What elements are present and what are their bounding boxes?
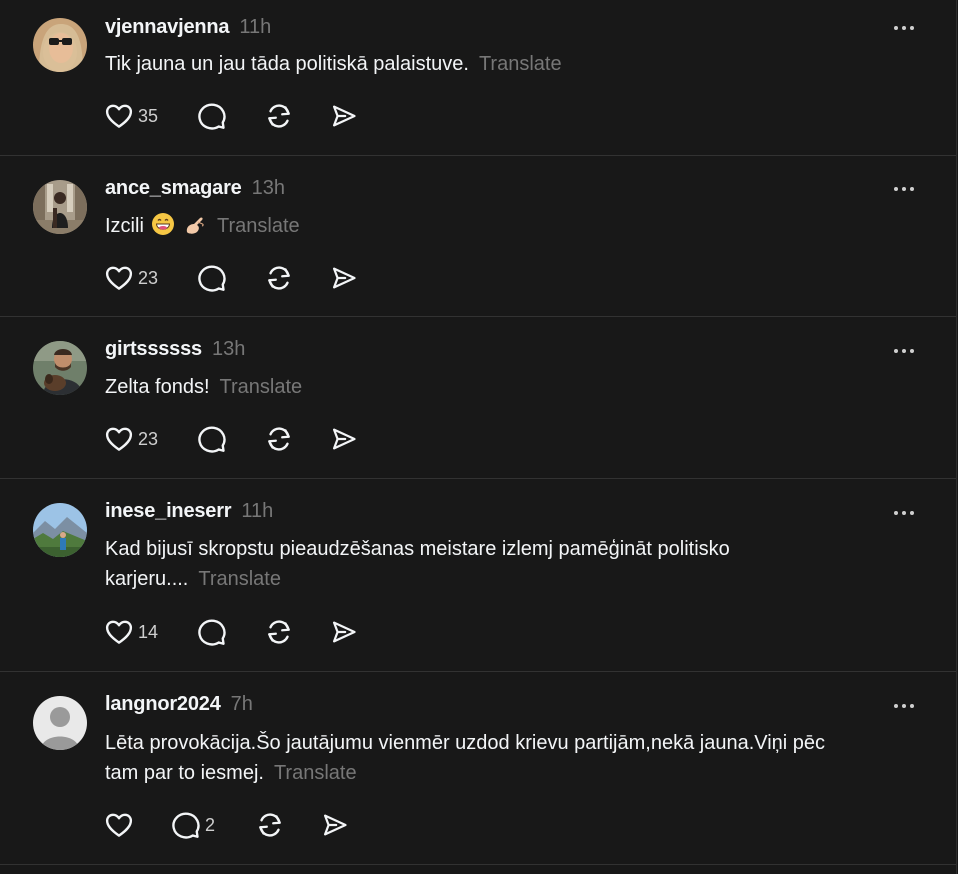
- reply-button[interactable]: [197, 617, 227, 647]
- like-button[interactable]: [104, 810, 134, 840]
- post-text: Izcili Translate: [105, 211, 925, 241]
- reply-post: inese_ineserr 11h Kad bijusī skropstu pi…: [0, 479, 956, 672]
- reply-text-line-2: tam par to iesmej.: [105, 762, 264, 784]
- translate-link[interactable]: Translate: [220, 376, 303, 398]
- avatar[interactable]: [33, 18, 87, 72]
- post-text: Zelta fonds! Translate: [105, 372, 925, 402]
- avatar[interactable]: [33, 180, 87, 234]
- share-button[interactable]: [321, 810, 349, 840]
- reply-post: ance_smagare 13h Izcili Translate 23: [0, 156, 956, 317]
- post-text: Lēta provokācija.Šo jautājumu vienmēr uz…: [105, 728, 925, 788]
- heart-icon: [104, 617, 134, 647]
- reply-post: langnor2024 7h Lēta provokācija.Šo jautā…: [0, 672, 956, 865]
- like-button[interactable]: 23: [104, 424, 158, 454]
- send-icon: [321, 810, 349, 840]
- repost-button[interactable]: [254, 810, 286, 840]
- username[interactable]: vjennavjenna: [105, 16, 230, 39]
- send-icon: [330, 263, 358, 293]
- reply-text-line-1: Lēta provokācija.Šo jautājumu vienmēr uz…: [105, 732, 826, 754]
- reply-count: 2: [205, 814, 216, 835]
- pinching-hand-emoji: [186, 217, 204, 234]
- repost-button[interactable]: [263, 424, 295, 454]
- more-options-button[interactable]: [888, 341, 920, 361]
- like-count: 14: [138, 621, 159, 642]
- share-button[interactable]: [330, 263, 358, 293]
- repost-icon: [263, 101, 295, 131]
- like-button[interactable]: 23: [104, 263, 158, 293]
- more-options-button[interactable]: [888, 18, 920, 38]
- reply-post: vjennavjenna 11h Tik jauna un jau tāda p…: [0, 0, 956, 156]
- send-icon: [330, 101, 358, 131]
- reply-post: girtssssss 13h Zelta fonds! Translate 23: [0, 317, 956, 479]
- comment-icon: [197, 424, 227, 454]
- reply-button[interactable]: [197, 101, 227, 131]
- more-options-button[interactable]: [888, 503, 920, 523]
- more-options-button[interactable]: [888, 696, 920, 716]
- reply-button[interactable]: 2: [171, 810, 215, 840]
- post-text: Kad bijusī skropstu pieaudzēšanas meista…: [105, 534, 925, 594]
- comment-icon: [197, 101, 227, 131]
- timestamp[interactable]: 11h: [239, 16, 271, 39]
- reply-text: Izcili: [105, 215, 144, 237]
- timestamp[interactable]: 7h: [231, 693, 253, 716]
- repost-icon: [263, 263, 295, 293]
- share-button[interactable]: [330, 424, 358, 454]
- translate-link[interactable]: Translate: [217, 215, 300, 237]
- reply-text: Tik jauna un jau tāda politiskā palaistu…: [105, 53, 469, 75]
- avatar[interactable]: [33, 341, 87, 395]
- timestamp[interactable]: 11h: [241, 500, 273, 523]
- username[interactable]: ance_smagare: [105, 177, 242, 200]
- divider: [0, 864, 956, 865]
- grinning-face-emoji: [152, 213, 175, 235]
- repost-button[interactable]: [263, 101, 295, 131]
- avatar[interactable]: [33, 696, 87, 750]
- more-dots-icon: [894, 704, 898, 708]
- reply-button[interactable]: [197, 263, 227, 293]
- reply-text-line-2: karjeru....: [105, 568, 189, 590]
- share-button[interactable]: [330, 617, 358, 647]
- heart-icon: [104, 810, 134, 840]
- like-button[interactable]: 35: [104, 101, 158, 131]
- comment-icon: [197, 617, 227, 647]
- heart-icon: [104, 101, 134, 131]
- replies-feed: vjennavjenna 11h Tik jauna un jau tāda p…: [0, 0, 957, 874]
- username[interactable]: girtssssss: [105, 338, 202, 361]
- translate-link[interactable]: Translate: [274, 762, 357, 784]
- translate-link[interactable]: Translate: [479, 53, 562, 75]
- more-dots-icon: [894, 26, 898, 30]
- more-dots-icon: [894, 349, 898, 353]
- username[interactable]: langnor2024: [105, 693, 221, 716]
- comment-icon: [171, 810, 201, 840]
- reply-button[interactable]: [197, 424, 227, 454]
- repost-button[interactable]: [263, 263, 295, 293]
- like-count: 23: [138, 428, 159, 449]
- username[interactable]: inese_ineserr: [105, 500, 232, 523]
- heart-icon: [104, 424, 134, 454]
- like-count: 23: [138, 267, 159, 288]
- repost-icon: [263, 617, 295, 647]
- share-button[interactable]: [330, 101, 358, 131]
- reply-text-line-1: Kad bijusī skropstu pieaudzēšanas meista…: [105, 538, 730, 560]
- avatar[interactable]: [33, 503, 87, 557]
- send-icon: [330, 424, 358, 454]
- send-icon: [330, 617, 358, 647]
- post-text: Tik jauna un jau tāda politiskā palaistu…: [105, 49, 925, 79]
- like-count: 35: [138, 105, 159, 126]
- translate-link[interactable]: Translate: [198, 568, 281, 590]
- heart-icon: [104, 263, 134, 293]
- comment-icon: [197, 263, 227, 293]
- timestamp[interactable]: 13h: [212, 338, 245, 361]
- timestamp[interactable]: 13h: [252, 177, 285, 200]
- reply-text: Zelta fonds!: [105, 376, 210, 398]
- repost-icon: [263, 424, 295, 454]
- repost-icon: [254, 810, 286, 840]
- like-button[interactable]: 14: [104, 617, 158, 647]
- more-dots-icon: [894, 187, 898, 191]
- more-options-button[interactable]: [888, 179, 920, 199]
- more-dots-icon: [894, 511, 898, 515]
- repost-button[interactable]: [263, 617, 295, 647]
